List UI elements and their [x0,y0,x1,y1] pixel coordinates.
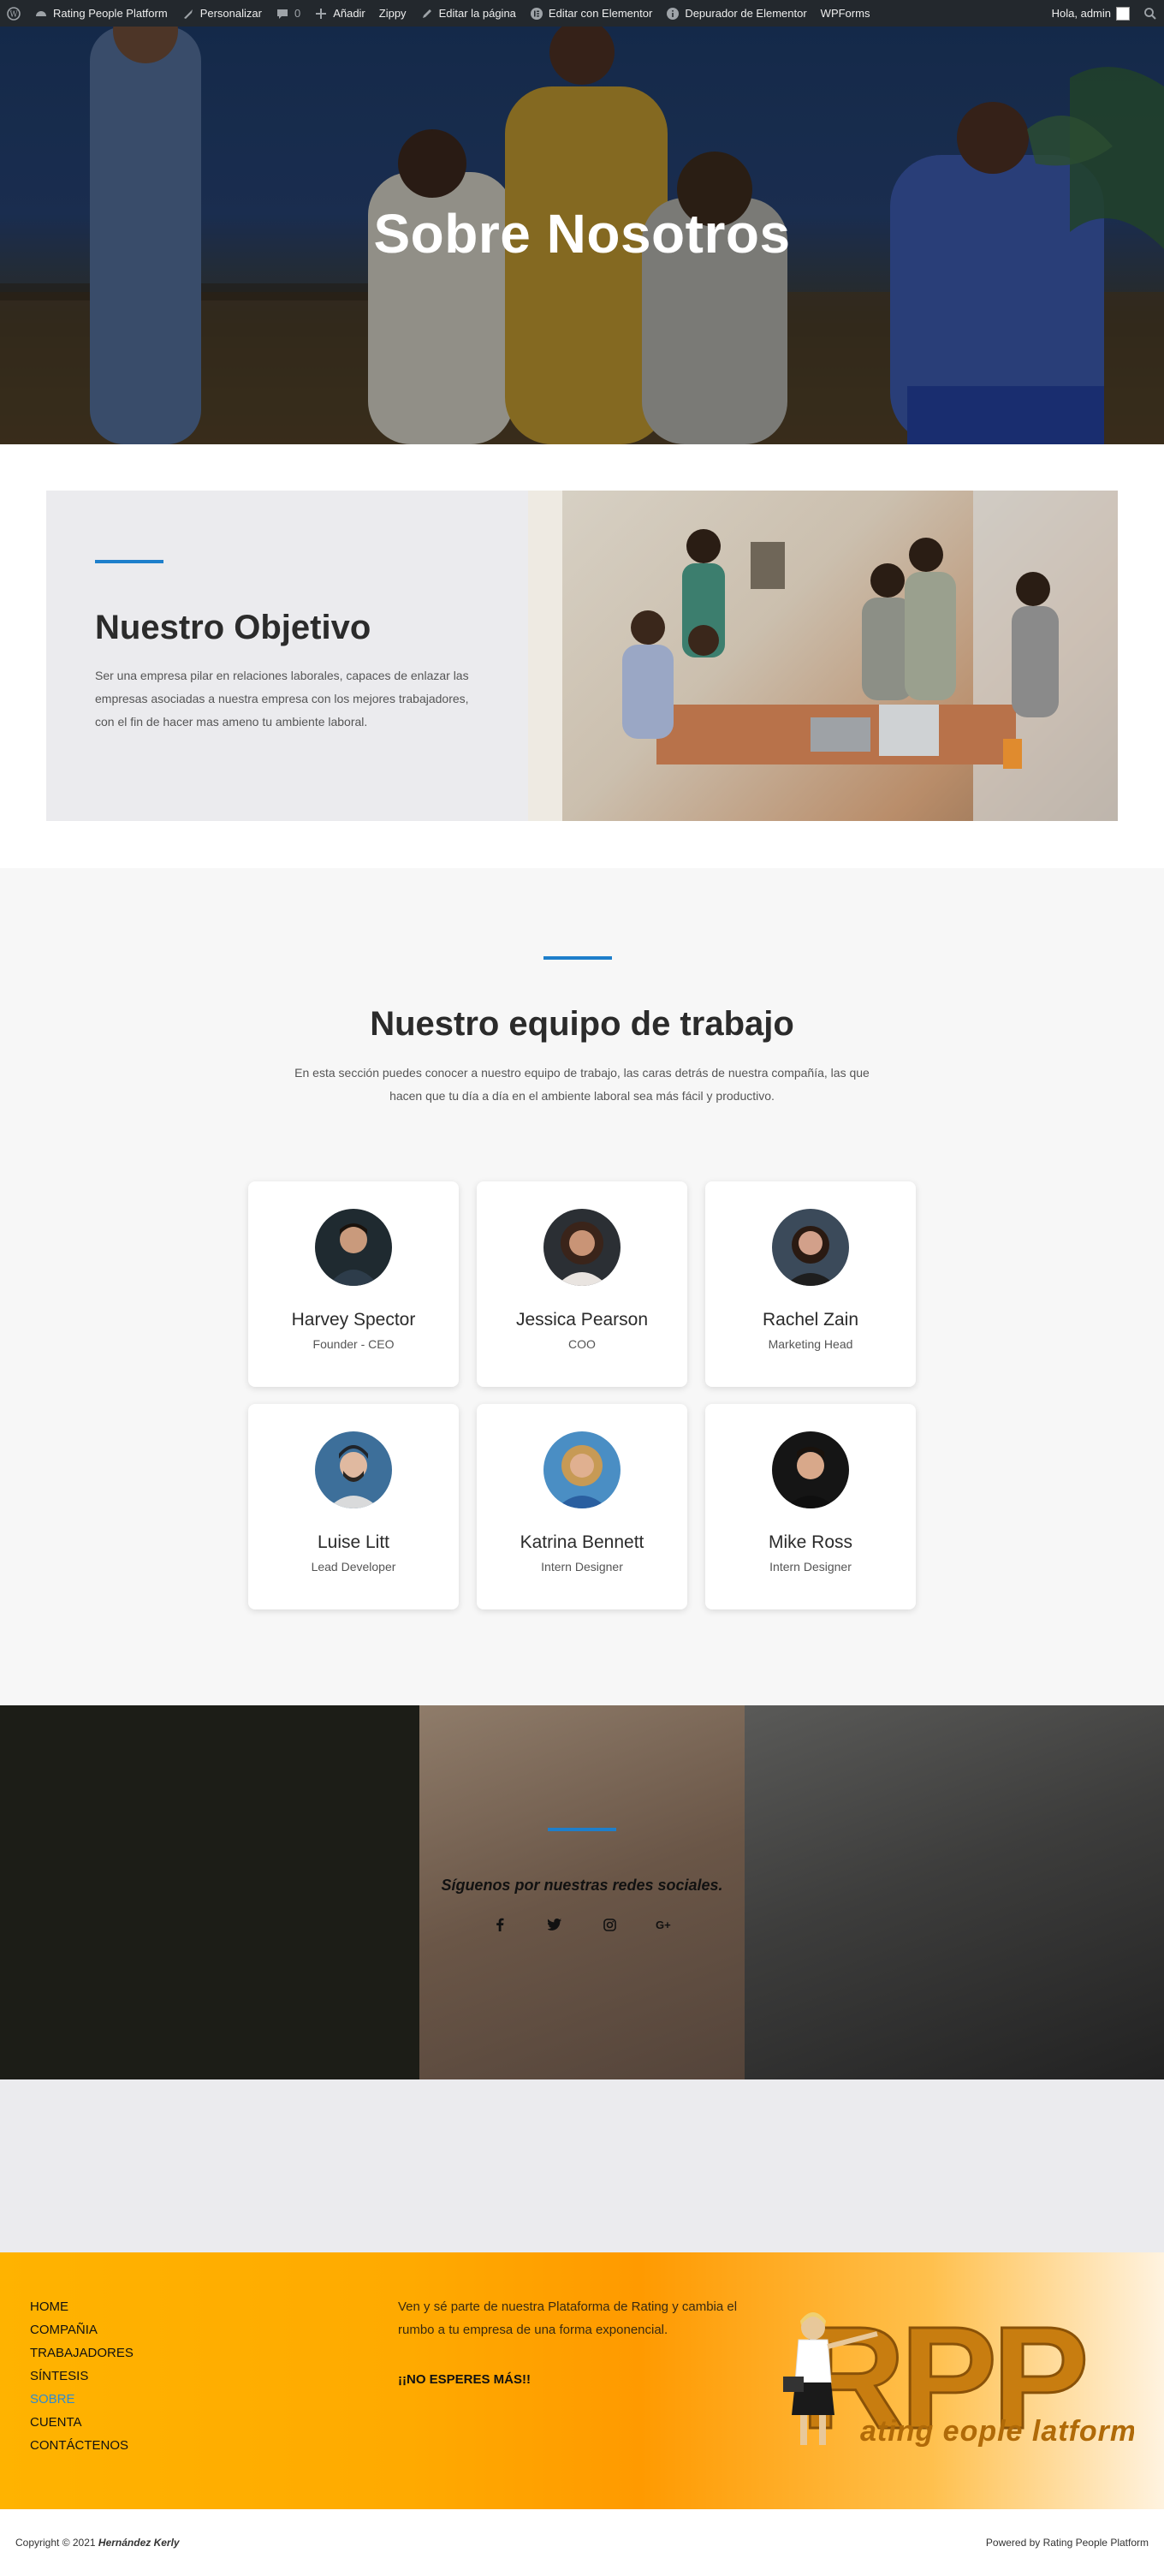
footer-nav-trabajadores[interactable]: TRABAJADORES [30,2341,134,2365]
svg-text:G+: G+ [656,1919,671,1931]
page-title: Sobre Nosotros [373,203,791,265]
edit-page-link[interactable]: Editar la página [413,0,523,27]
zippy-label: Zippy [378,7,407,20]
brush-icon [181,7,195,21]
footer-nav-sobre[interactable]: SOBRE [30,2388,134,2411]
wpforms-label: WPForms [820,7,870,20]
wordpress-icon: W [7,6,21,21]
copyright-prefix: Copyright © 2021 [15,2537,96,2549]
customize-label: Personalizar [199,7,262,20]
copyright-text: Copyright © 2021 Hernández Kerly [15,2537,180,2549]
copyright-bar: Copyright © 2021 Hernández Kerly Powered… [0,2509,1164,2576]
hero-banner: Sobre Nosotros [0,27,1164,444]
search-button[interactable] [1137,0,1164,27]
customize-link[interactable]: Personalizar [175,0,269,27]
zippy-link[interactable]: Zippy [372,0,413,27]
footer-nav-home[interactable]: HOME [30,2295,134,2318]
avatar [1116,6,1130,21]
edit-page-label: Editar la página [438,7,516,20]
site-name: Rating People Platform [53,7,168,20]
plus-icon [314,7,328,21]
member-role: Intern Designer [541,1560,623,1574]
svg-text:W: W [9,10,18,19]
team-title: Nuestro equipo de trabajo [370,1005,794,1043]
pencil-icon [420,7,434,21]
member-role: Marketing Head [768,1337,853,1351]
objective-team-photo [528,491,1118,821]
rpp-logo: RPP ating eople latform [775,2287,1136,2461]
member-role: Lead Developer [311,1560,396,1574]
edit-elementor-label: Editar con Elementor [548,7,653,20]
objective-section: Nuestro Objetivo Ser una empresa pilar e… [46,491,1118,821]
team-description: En esta sección puedes conocer a nuestro… [294,1066,870,1103]
footer-nav-compania[interactable]: COMPAÑIA [30,2318,134,2341]
accent-divider [548,1828,616,1831]
member-photo [543,1209,621,1286]
member-role: COO [568,1337,596,1351]
footer: HOME COMPAÑIA TRABAJADORES SÍNTESIS SOBR… [0,2252,1164,2509]
wpforms-link[interactable]: WPForms [814,0,877,27]
team-card: Katrina Bennett Intern Designer [477,1404,687,1609]
comments-link[interactable]: 0 [269,0,307,27]
member-photo [772,1431,849,1508]
social-heading: Síguenos por nuestras redes sociales. [441,1877,723,1894]
footer-nav-sintesis[interactable]: SÍNTESIS [30,2365,134,2388]
footer-nav-contactenos[interactable]: CONTÁCTENOS [30,2434,134,2457]
site-name-link[interactable]: Rating People Platform [27,0,175,27]
objective-description: Ser una empresa pilar en relaciones labo… [95,669,469,729]
footer-nav: HOME COMPAÑIA TRABAJADORES SÍNTESIS SOBR… [30,2295,134,2457]
search-icon [1143,7,1157,21]
member-photo [315,1431,392,1508]
account-menu[interactable]: Hola, admin [1045,0,1137,27]
member-name: Mike Ross [768,1532,853,1552]
svg-text:ating eople latform: ating eople latform [860,2415,1134,2448]
team-card: Mike Ross Intern Designer [705,1404,916,1609]
accent-divider [95,560,163,563]
member-photo [772,1209,849,1286]
twitter-icon[interactable] [546,1916,563,1933]
elementor-icon [530,7,543,21]
dashboard-icon [34,7,48,21]
spacer-band [0,2079,1164,2252]
info-icon [666,7,680,21]
team-card: Harvey Spector Founder - CEO [248,1181,459,1387]
powered-by: Powered by Rating People Platform [985,2537,1149,2549]
facebook-icon[interactable] [491,1916,508,1933]
member-role: Founder - CEO [312,1337,395,1351]
objective-text-panel: Nuestro Objetivo Ser una empresa pilar e… [46,491,528,821]
social-section: Síguenos por nuestras redes sociales. G+ [0,1705,1164,2079]
member-name: Jessica Pearson [515,1310,649,1330]
comment-icon [276,7,289,21]
accent-divider [543,956,612,960]
wordpress-logo-button[interactable]: W [0,0,27,27]
add-new-label: Añadir [333,7,365,20]
edit-elementor-link[interactable]: Editar con Elementor [523,0,659,27]
member-name: Rachel Zain [762,1310,859,1330]
elementor-debugger-link[interactable]: Depurador de Elementor [659,0,813,27]
debugger-label: Depurador de Elementor [685,7,807,20]
team-card: Jessica Pearson COO [477,1181,687,1387]
greeting-label: Hola, admin [1051,7,1111,20]
team-section: Nuestro equipo de trabajo En esta secció… [0,868,1164,1705]
add-new-link[interactable]: Añadir [307,0,372,27]
google-plus-icon[interactable]: G+ [656,1916,673,1933]
footer-nav-cuenta[interactable]: CUENTA [30,2411,134,2434]
admin-bar: W Rating People Platform Personalizar 0 … [0,0,1164,27]
objective-title: Nuestro Objetivo [95,609,371,646]
member-photo [315,1209,392,1286]
instagram-icon[interactable] [601,1916,618,1933]
footer-promo-text: Ven y sé parte de nuestra Plataforma de … [398,2299,738,2337]
footer-cta: ¡¡NO ESPERES MÁS!! [398,2372,532,2387]
comments-count: 0 [294,7,301,20]
social-links: G+ [0,1916,1164,1933]
member-name: Harvey Spector [291,1310,416,1330]
member-name: Luise Litt [317,1532,390,1552]
member-name: Katrina Bennett [520,1532,644,1552]
team-card: Rachel Zain Marketing Head [705,1181,916,1387]
member-photo [543,1431,621,1508]
member-role: Intern Designer [769,1560,852,1574]
copyright-author: Hernández Kerly [98,2537,180,2549]
team-card: Luise Litt Lead Developer [248,1404,459,1609]
